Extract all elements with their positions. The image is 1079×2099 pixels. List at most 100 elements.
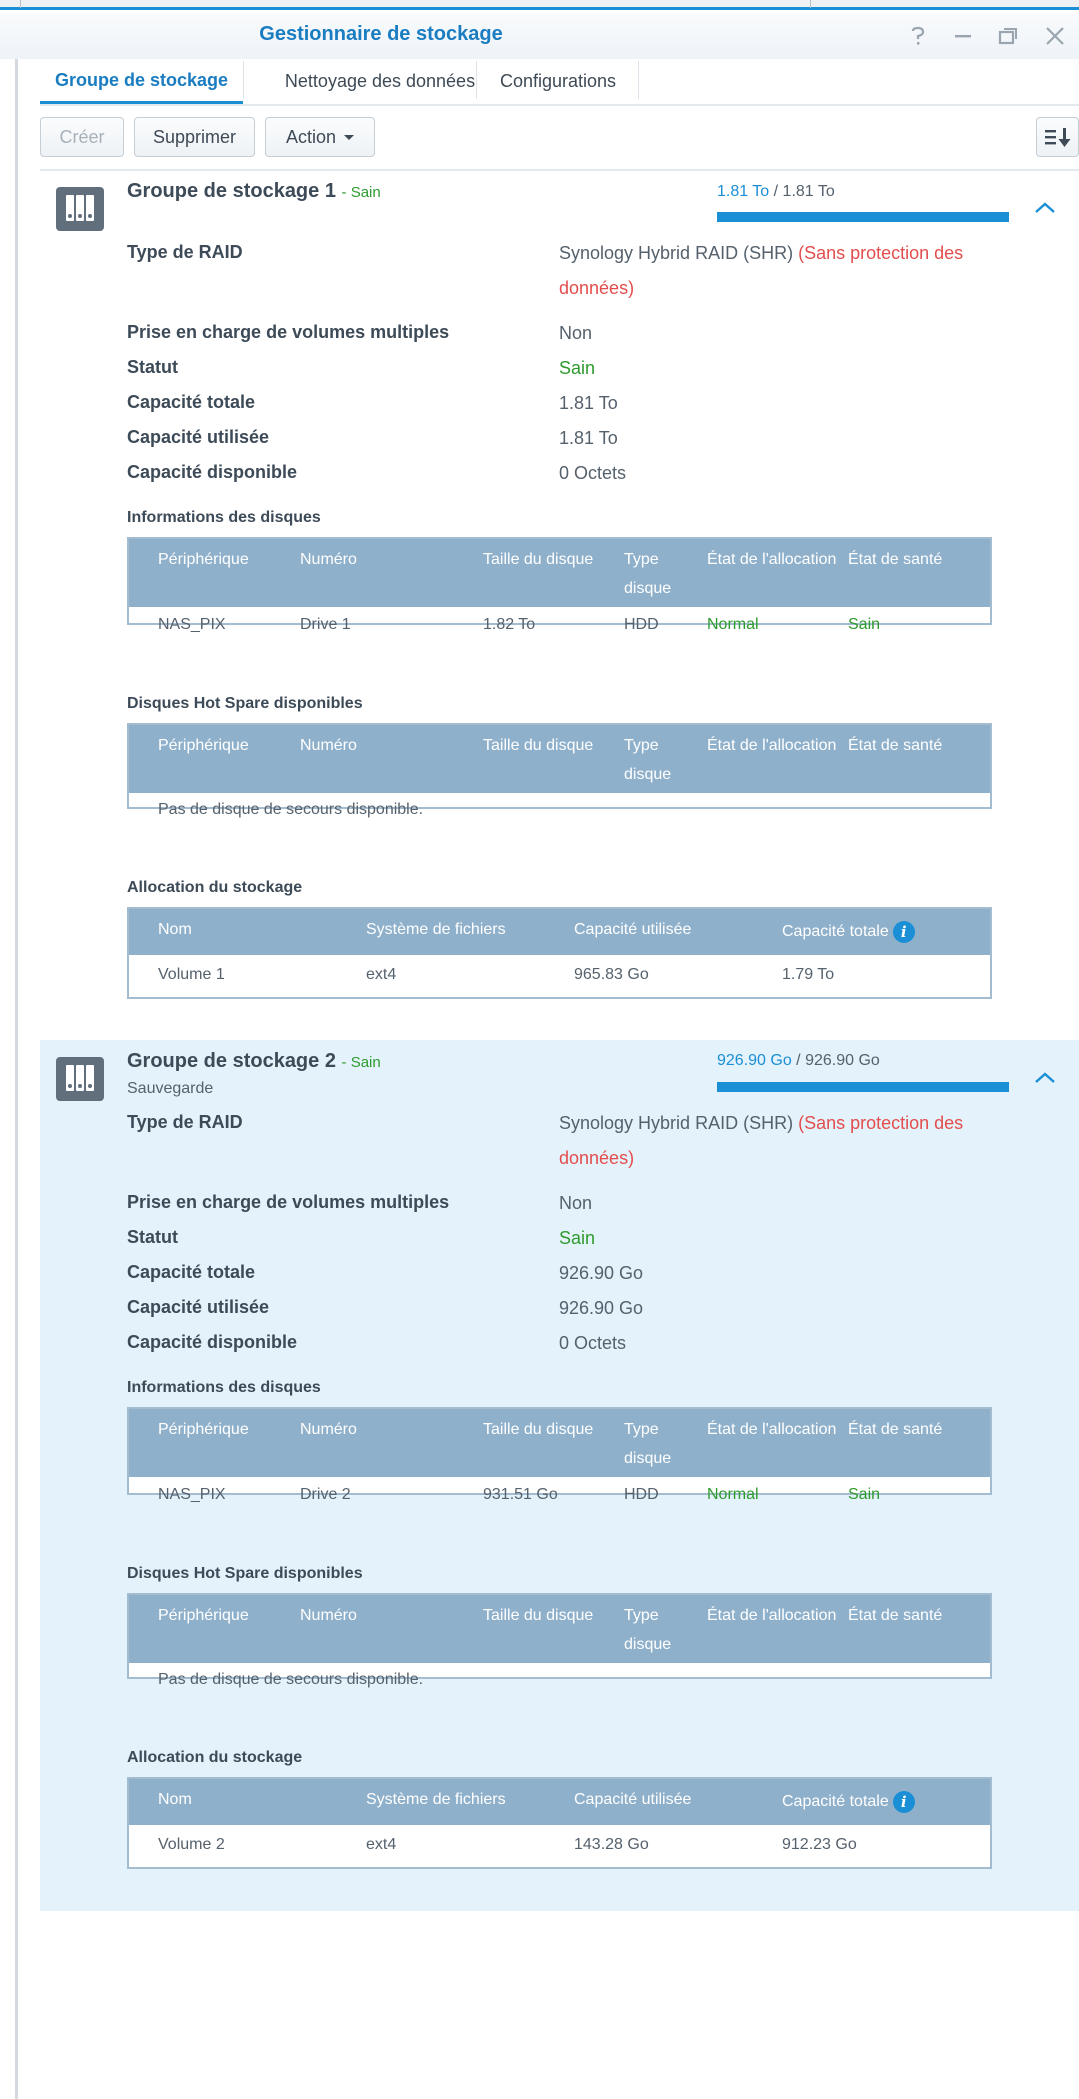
restore-icon[interactable] [993, 21, 1023, 51]
table-row[interactable]: NAS_PIX Drive 2 931.51 Go HDD Normal Sai… [129, 1477, 990, 1515]
raid-type-value: Synology Hybrid RAID (SHR) [559, 243, 794, 263]
disk-info-table: Périphérique Numéro Taille du disque Typ… [127, 537, 992, 633]
column-header: Système de fichiers [366, 1791, 506, 1808]
cell-number: Drive 1 [300, 616, 351, 633]
detail-label: Type de RAID [127, 1112, 243, 1132]
cell-health: Sain [848, 1486, 881, 1503]
table-header: Nom Système de fichiers Capacité utilisé… [129, 909, 990, 955]
detail-value: Sain [559, 1228, 596, 1248]
column-header: Taille du disque [483, 737, 594, 754]
pool-status-badge: - Sain [341, 1054, 381, 1071]
table-header: Périphérique Numéro Taille du disque Typ… [129, 725, 990, 793]
pool-name: Groupe de stockage 2 [127, 1050, 336, 1072]
detail-label: Capacité totale [127, 392, 256, 412]
table-row[interactable]: Volume 1 ext4 965.83 Go 1.79 To [129, 955, 990, 997]
pool-capacity-sep: / [791, 1052, 806, 1069]
detail-value: 1.81 To [559, 428, 618, 448]
cell-name: Volume 1 [158, 966, 225, 983]
cell-total: 1.79 To [782, 966, 835, 983]
column-header: Périphérique [158, 551, 249, 568]
storage-pool-1[interactable]: Groupe de stockage 1 - Sain 1.81 To / 1.… [40, 172, 1079, 1040]
delete-button[interactable]: Supprimer [134, 117, 255, 157]
pool-capacity-text: 1.81 To / 1.81 To [717, 183, 835, 201]
detail-label: Statut [127, 1227, 178, 1247]
column-header: Périphérique [158, 1421, 249, 1438]
section-heading: Informations des disques [127, 509, 321, 526]
cell-device: NAS_PIX [158, 616, 226, 633]
top-strip-divider [20, 0, 21, 8]
storage-pool-icon [56, 187, 104, 231]
cell-health: Sain [848, 616, 881, 633]
pool-capacity-sep: / [769, 183, 783, 200]
cell-total: 912.23 Go [782, 1836, 857, 1853]
pool-capacity-total: 926.90 Go [805, 1052, 880, 1069]
cell-number: Drive 2 [300, 1486, 351, 1503]
cell-name: Volume 2 [158, 1836, 225, 1853]
section-heading: Disques Hot Spare disponibles [127, 1565, 363, 1582]
storage-pool-2[interactable]: Groupe de stockage 2 - Sain Sauvegarde 9… [40, 1040, 1079, 1911]
column-header: État de santé [848, 737, 943, 754]
cell-used: 143.28 Go [574, 1836, 649, 1853]
cell-fs: ext4 [366, 1836, 397, 1853]
window-titlebar[interactable]: Gestionnaire de stockage [0, 13, 1079, 59]
tab-storage-pool[interactable]: Groupe de stockage [40, 59, 243, 104]
pool-capacity-total: 1.81 To [782, 183, 835, 200]
detail-value: 926.90 Go [559, 1263, 644, 1283]
tab-configurations[interactable]: Configurations [477, 59, 639, 104]
pool-name: Groupe de stockage 1 [127, 180, 336, 202]
column-header: État de l'allocation [707, 1607, 837, 1624]
hot-spare-table: Périphérique Numéro Taille du disque Typ… [127, 1593, 992, 1688]
toolbar-divider [40, 169, 1079, 171]
column-header: État de santé [848, 1607, 943, 1624]
minimize-icon[interactable] [948, 21, 978, 51]
tab-separator [638, 61, 639, 99]
pool-title: Groupe de stockage 1 - Sain [127, 180, 381, 203]
detail-label: Prise en charge de volumes multiples [127, 322, 450, 342]
raid-type-value: Synology Hybrid RAID (SHR) [559, 1113, 794, 1133]
cell-fs: ext4 [366, 966, 397, 983]
column-header: Capacité utilisée [574, 1791, 692, 1808]
cell-type: HDD [624, 1486, 659, 1503]
column-header: Numéro [300, 1607, 357, 1624]
disk-info-table: Périphérique Numéro Taille du disque Typ… [127, 1407, 992, 1503]
detail-label: Statut [127, 357, 178, 377]
column-header: État de l'allocation [707, 737, 837, 754]
detail-value: Non [559, 1193, 593, 1213]
pool-capacity-bar [717, 1082, 1009, 1092]
column-header-total: Capacité totale i [782, 917, 915, 946]
toolbar: Créer Supprimer Action [40, 117, 1079, 159]
chevron-up-icon[interactable] [1030, 196, 1060, 220]
action-label: Action [285, 126, 337, 147]
section-heading: Informations des disques [127, 1379, 321, 1396]
column-header: Capacité totale [782, 1793, 889, 1810]
info-icon[interactable]: i [892, 1790, 915, 1813]
detail-value: 926.90 Go [559, 1298, 644, 1318]
column-header: Type disque [624, 551, 672, 597]
cell-allocation: Normal [707, 616, 759, 633]
create-button[interactable]: Créer [40, 117, 124, 157]
detail-label: Prise en charge de volumes multiples [127, 1192, 450, 1212]
detail-label: Type de RAID [127, 242, 243, 262]
column-header: Type disque [624, 1607, 672, 1653]
detail-label: Capacité utilisée [127, 427, 270, 447]
column-header: Taille du disque [483, 1421, 594, 1438]
table-row[interactable]: Volume 2 ext4 143.28 Go 912.23 Go [129, 1825, 990, 1867]
storage-allocation-table: Nom Système de fichiers Capacité utilisé… [127, 1777, 992, 1869]
storage-allocation-table: Nom Système de fichiers Capacité utilisé… [127, 907, 992, 999]
action-dropdown[interactable]: Action [265, 117, 375, 157]
help-icon[interactable] [903, 21, 933, 51]
chevron-up-icon[interactable] [1030, 1066, 1060, 1090]
column-header: État de santé [848, 551, 943, 568]
empty-message: Pas de disque de secours disponible. [158, 801, 424, 818]
detail-value: Sain [559, 358, 596, 378]
info-icon[interactable]: i [892, 920, 915, 943]
empty-row: Pas de disque de secours disponible. [129, 793, 990, 829]
detail-label: Capacité totale [127, 1262, 256, 1282]
column-header: Type disque [624, 1421, 672, 1467]
table-row[interactable]: NAS_PIX Drive 1 1.82 To HDD Normal Sain [129, 607, 990, 645]
top-strip-divider [810, 0, 811, 8]
detail-value: Non [559, 323, 593, 343]
sort-button[interactable] [1036, 117, 1079, 157]
close-icon[interactable] [1040, 21, 1070, 51]
caret-down-icon [344, 134, 355, 140]
